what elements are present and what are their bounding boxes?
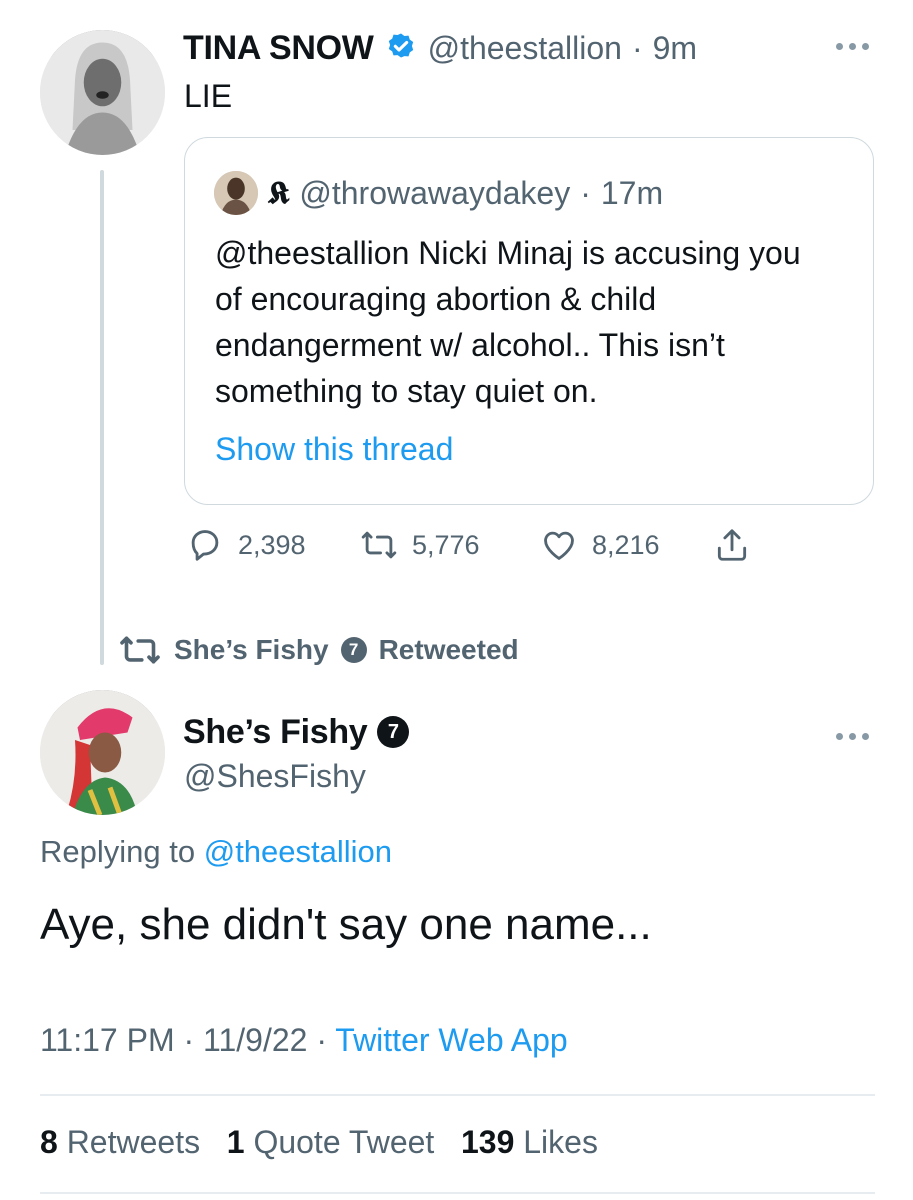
separator-dot: · xyxy=(631,29,643,66)
retweet-count: 5,776 xyxy=(412,529,480,560)
like-action[interactable]: 8,216 xyxy=(540,526,660,564)
retweet-icon xyxy=(361,531,397,559)
separator-dot: · xyxy=(316,1022,336,1058)
quoted-handle[interactable]: @throwawaydakey xyxy=(299,175,570,212)
retweet-action[interactable]: 5,776 xyxy=(360,526,480,564)
tweet-text: Aye, she didn't say one name... xyxy=(40,900,652,949)
share-action[interactable] xyxy=(713,526,751,564)
tweet-date[interactable]: 11/9/22 xyxy=(203,1022,307,1058)
separator-dot: · xyxy=(183,1022,204,1058)
display-name[interactable]: TINA SNOW xyxy=(183,29,374,68)
quoted-tweet-text: @theestallion Nicki Minaj is accusing yo… xyxy=(215,235,801,409)
tweet-text: LIE xyxy=(184,78,233,114)
more-options-icon[interactable] xyxy=(836,727,878,741)
divider xyxy=(40,1192,875,1194)
heart-icon xyxy=(544,531,574,560)
tweet-time[interactable]: 11:17 PM xyxy=(40,1022,175,1058)
quote-tweets-stat[interactable]: 1 Quote Tweet xyxy=(227,1124,435,1160)
handle[interactable]: @theestallion xyxy=(428,30,622,67)
reply-icon xyxy=(191,530,219,561)
avatar-image xyxy=(40,30,165,155)
like-count: 8,216 xyxy=(592,529,660,560)
display-name[interactable]: She’s Fishy xyxy=(183,713,368,752)
timestamp[interactable]: 9m xyxy=(653,30,697,67)
avatar-image xyxy=(214,171,258,215)
retweeter-name[interactable]: She’s Fishy xyxy=(174,634,329,666)
verified-badge-icon xyxy=(384,31,418,65)
quoted-name[interactable]: 𝕶 xyxy=(268,176,289,211)
avatar-image xyxy=(40,690,165,815)
share-icon xyxy=(717,529,747,561)
avatar-shes-fishy[interactable] xyxy=(40,690,165,815)
avatar-throwawaydakey[interactable] xyxy=(214,171,258,215)
badge-icon: 7 xyxy=(377,716,410,748)
more-options-icon[interactable] xyxy=(836,37,878,51)
retweeter-badge-number: 7 xyxy=(348,640,359,659)
reply-count: 2,398 xyxy=(238,529,306,560)
reply-action[interactable]: 2,398 xyxy=(186,526,306,564)
tweet-source[interactable]: Twitter Web App xyxy=(335,1022,567,1058)
quoted-timestamp[interactable]: 17m xyxy=(601,175,663,212)
retweet-context-icon xyxy=(120,636,160,664)
thread-line xyxy=(100,170,104,665)
divider xyxy=(40,1094,875,1096)
retweets-stat[interactable]: 8 Retweets xyxy=(40,1124,200,1160)
replying-to-link[interactable]: @theestallion xyxy=(204,834,392,869)
show-thread-link[interactable]: Show this thread xyxy=(215,431,453,468)
separator-dot: · xyxy=(580,174,591,211)
replying-prefix: Replying to xyxy=(40,834,196,869)
retweeter-badge-icon: 7 xyxy=(340,637,367,663)
badge-number: 7 xyxy=(387,720,399,743)
avatar-tina-snow[interactable] xyxy=(40,30,165,155)
handle[interactable]: @ShesFishy xyxy=(184,758,366,795)
retweeted-label: Retweeted xyxy=(378,634,519,665)
likes-stat[interactable]: 139 Likes xyxy=(461,1124,598,1160)
